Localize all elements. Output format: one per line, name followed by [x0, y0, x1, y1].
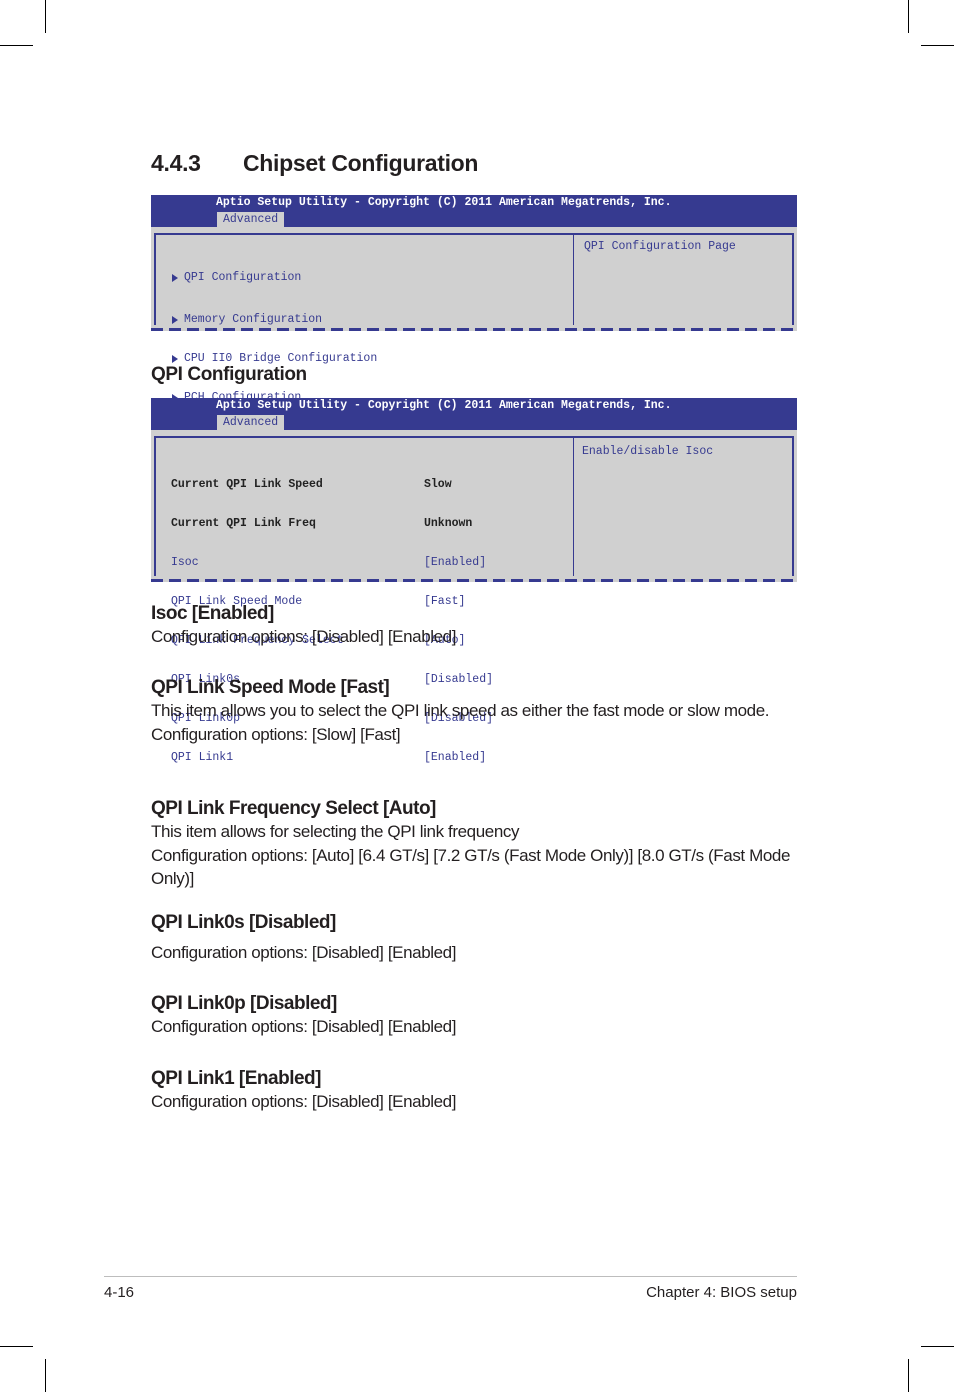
- crop-mark: [908, 0, 909, 33]
- setting-label: Isoc: [171, 556, 199, 569]
- setting-label: Current QPI Link Speed: [171, 478, 323, 491]
- item-text: This item allows you to select the QPI l…: [151, 701, 770, 720]
- section-heading: 4.4.3 Chipset Configuration: [151, 150, 478, 177]
- panel-divider: [573, 235, 574, 325]
- bios-screen-chipset: Aptio Setup Utility - Copyright (C) 2011…: [151, 195, 797, 443]
- subsection-heading: QPI Configuration: [151, 364, 307, 385]
- menu-item-label: Memory Configuration: [184, 313, 323, 326]
- menu-item-label: QPI Configuration: [184, 271, 302, 284]
- item-text: Configuration options: [Slow] [Fast]: [151, 724, 401, 744]
- item-text: Configuration options: [Disabled] [Enabl…: [151, 1092, 457, 1111]
- item-text: Configuration options: [Disabled] [Enabl…: [151, 943, 457, 962]
- triangle-right-icon: [172, 273, 178, 282]
- item-qpi-link1: QPI Link1 [Enabled] Configuration option…: [151, 1067, 801, 1114]
- help-text: Enable/disable Isoc: [582, 445, 714, 458]
- item-text: Configuration options: [Auto] [6.4 GT/s]…: [151, 845, 790, 889]
- setting-row-isoc[interactable]: Isoc [Enabled]: [171, 556, 493, 569]
- item-text: This item allows for selecting the QPI l…: [151, 822, 520, 841]
- crop-mark: [0, 1346, 33, 1347]
- setting-label: Current QPI Link Freq: [171, 517, 316, 530]
- setting-row-qpi-link1[interactable]: QPI Link1 [Enabled]: [171, 751, 493, 764]
- help-text: QPI Configuration Page: [584, 240, 736, 253]
- section-number: 4.4.3: [151, 150, 201, 176]
- item-isoc: Isoc [Enabled] Configuration options: [D…: [151, 602, 801, 649]
- dashed-border: [151, 328, 797, 331]
- bios-copyright: Aptio Setup Utility - Copyright (C) 2011…: [216, 196, 672, 209]
- page-number: 4-16: [104, 1284, 135, 1301]
- crop-mark: [921, 45, 954, 46]
- setting-row-current-qpi-link-speed: Current QPI Link Speed Slow: [171, 478, 493, 491]
- bios-header: Aptio Setup Utility - Copyright (C) 2011…: [151, 195, 797, 227]
- item-title: Isoc [Enabled]: [151, 603, 274, 624]
- setting-row-current-qpi-link-freq: Current QPI Link Freq Unknown: [171, 517, 493, 530]
- item-text: Configuration options: [Disabled] [Enabl…: [151, 1017, 457, 1036]
- chapter-label: Chapter 4: BIOS setup: [646, 1284, 797, 1301]
- bios-header: Aptio Setup Utility - Copyright (C) 2011…: [151, 398, 797, 430]
- item-qpi-link-speed-mode: QPI Link Speed Mode [Fast] This item all…: [151, 676, 801, 746]
- item-text: Configuration options: [Disabled] [Enabl…: [151, 627, 457, 646]
- panel-divider: [573, 438, 574, 576]
- crop-mark: [0, 45, 33, 46]
- item-qpi-link0s: QPI Link0s [Disabled] Configuration opti…: [151, 911, 801, 965]
- bios-body: Current QPI Link Speed Slow Current QPI …: [154, 436, 794, 764]
- item-qpi-link0p: QPI Link0p [Disabled] Configuration opti…: [151, 992, 801, 1039]
- menu-item-memory-configuration[interactable]: Memory Configuration: [172, 313, 474, 326]
- footer-divider: [104, 1276, 797, 1277]
- triangle-right-icon: [172, 315, 178, 324]
- setting-value: Unknown: [424, 517, 473, 530]
- item-title: QPI Link1 [Enabled]: [151, 1068, 321, 1089]
- setting-value[interactable]: [Enabled]: [424, 556, 486, 569]
- setting-label: QPI Link1: [171, 751, 234, 764]
- tab-advanced[interactable]: Advanced: [217, 212, 285, 227]
- crop-mark: [45, 0, 46, 33]
- bios-body: QPI Configuration Memory Configuration C…: [154, 233, 794, 443]
- setting-value[interactable]: [Enabled]: [424, 751, 486, 764]
- item-title: QPI Link Speed Mode [Fast]: [151, 677, 390, 698]
- item-qpi-link-frequency-select: QPI Link Frequency Select [Auto] This it…: [151, 797, 801, 891]
- item-title: QPI Link0s [Disabled]: [151, 912, 336, 933]
- dashed-border: [151, 579, 797, 582]
- crop-mark: [908, 1359, 909, 1392]
- tab-advanced[interactable]: Advanced: [217, 415, 285, 430]
- crop-mark: [45, 1359, 46, 1392]
- item-title: QPI Link Frequency Select [Auto]: [151, 798, 436, 819]
- section-title: Chipset Configuration: [243, 150, 479, 176]
- item-title: QPI Link0p [Disabled]: [151, 993, 337, 1014]
- crop-mark: [921, 1346, 954, 1347]
- bios-screen-qpi: Aptio Setup Utility - Copyright (C) 2011…: [151, 398, 797, 764]
- triangle-right-icon: [172, 354, 178, 363]
- bios-copyright: Aptio Setup Utility - Copyright (C) 2011…: [216, 399, 672, 412]
- setting-value: Slow: [424, 478, 452, 491]
- menu-item-qpi-configuration[interactable]: QPI Configuration: [172, 271, 474, 284]
